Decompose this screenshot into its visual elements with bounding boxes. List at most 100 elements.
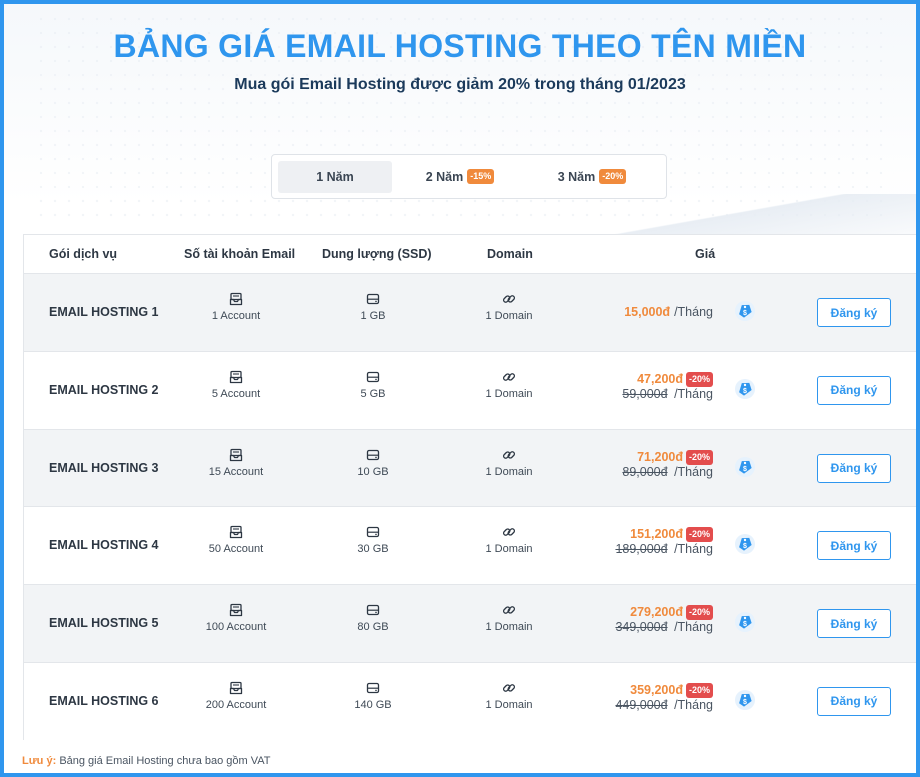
accounts-value: 15 Account bbox=[208, 465, 264, 478]
price-period: /Tháng bbox=[674, 697, 713, 712]
storage-cell: 1 GB bbox=[313, 292, 433, 322]
table-row: EMAIL HOSTING 2 5 Account 5 GB 1 Domain bbox=[24, 351, 916, 430]
plan-name: EMAIL HOSTING 5 bbox=[49, 616, 159, 631]
hard-drive-icon bbox=[366, 371, 380, 382]
current-price-line: 359,200đ -20% bbox=[615, 682, 713, 698]
old-price: 349,000đ bbox=[615, 620, 668, 635]
current-price: 151,200đ bbox=[630, 527, 683, 542]
current-price: 15,000đ bbox=[624, 305, 671, 319]
price-period: /Tháng bbox=[674, 542, 713, 557]
mail-inbox-icon bbox=[229, 370, 243, 383]
hard-drive-icon bbox=[366, 527, 380, 538]
register-button[interactable]: Đăng ký bbox=[817, 686, 891, 716]
storage-cell: 140 GB bbox=[313, 681, 433, 711]
page-title: BẢNG GIÁ EMAIL HOSTING THEO TÊN MIỀN bbox=[113, 28, 807, 64]
domain-cell: 1 Domain bbox=[449, 292, 569, 322]
current-price-line: 15,000đ/Tháng bbox=[624, 305, 713, 319]
old-price-line: 189,000đ /Tháng bbox=[615, 542, 713, 556]
register-button[interactable]: Đăng ký bbox=[817, 375, 891, 405]
table-row: EMAIL HOSTING 6 200 Account 140 GB 1 Dom… bbox=[24, 662, 916, 741]
current-price-line: 47,200đ -20% bbox=[622, 371, 713, 387]
page-frame: BẢNG GIÁ EMAIL HOSTING THEO TÊN MIỀN Mua… bbox=[0, 0, 920, 777]
storage-cell: 5 GB bbox=[313, 370, 433, 400]
price-tag-icon: $ bbox=[735, 301, 755, 321]
link-icon bbox=[502, 606, 516, 615]
table-row: EMAIL HOSTING 5 100 Account 80 GB 1 Doma… bbox=[24, 585, 916, 663]
accounts-value: 1 Account bbox=[211, 310, 261, 322]
table-row: EMAIL HOSTING 4 50 Account 30 GB 1 Domai… bbox=[24, 507, 916, 586]
link-icon bbox=[502, 450, 516, 459]
accounts-cell: 15 Account bbox=[176, 448, 296, 478]
domain-value: 1 Domain bbox=[485, 543, 533, 556]
plan-name: EMAIL HOSTING 6 bbox=[49, 693, 159, 708]
tab-label: 3 Năm bbox=[557, 169, 596, 184]
plan-name: EMAIL HOSTING 4 bbox=[49, 538, 159, 553]
table-row: EMAIL HOSTING 1 1 Account 1 GB 1 Domain bbox=[24, 274, 916, 352]
footnote: Lưu ý: Bảng giá Email Hosting chưa bao g… bbox=[22, 755, 271, 767]
accounts-value: 100 Account bbox=[205, 621, 267, 634]
storage-value: 1 GB bbox=[360, 310, 386, 322]
discount-badge: -15% bbox=[467, 169, 495, 184]
mail-inbox-icon bbox=[229, 292, 243, 306]
register-button[interactable]: Đăng ký bbox=[817, 298, 891, 327]
old-price: 189,000đ bbox=[615, 542, 668, 557]
price-tag-icon: $ bbox=[735, 456, 755, 477]
accounts-value: 50 Account bbox=[208, 543, 264, 556]
page-subtitle: Mua gói Email Hosting được giảm 20% tron… bbox=[234, 76, 686, 93]
accounts-value: 5 Account bbox=[211, 387, 261, 400]
mail-inbox-icon bbox=[229, 604, 243, 617]
tab-3-years[interactable]: 3 Năm -20% bbox=[528, 161, 656, 193]
current-price-line: 71,200đ -20% bbox=[622, 449, 713, 465]
svg-text:$: $ bbox=[743, 699, 747, 706]
domain-value: 1 Domain bbox=[485, 387, 533, 400]
price-cell: 359,200đ -20% 449,000đ /Tháng bbox=[615, 682, 713, 712]
old-price: 59,000đ bbox=[622, 386, 668, 401]
footnote-text: Bảng giá Email Hosting chưa bao gồm VAT bbox=[59, 755, 271, 767]
storage-value: 10 GB bbox=[357, 465, 389, 478]
svg-text:$: $ bbox=[743, 621, 747, 628]
storage-cell: 10 GB bbox=[313, 448, 433, 478]
register-button[interactable]: Đăng ký bbox=[817, 453, 891, 483]
price-tag-icon: $ bbox=[735, 534, 755, 555]
svg-text:$: $ bbox=[743, 388, 747, 395]
register-button[interactable]: Đăng ký bbox=[817, 531, 891, 561]
plan-name: EMAIL HOSTING 3 bbox=[49, 460, 159, 475]
price-tag-icon: $ bbox=[735, 612, 755, 633]
current-price: 279,200đ bbox=[630, 605, 683, 620]
domain-value: 1 Domain bbox=[485, 698, 533, 711]
header-service: Gói dịch vụ bbox=[49, 247, 118, 261]
accounts-value: 200 Account bbox=[205, 698, 267, 711]
price-cell: 279,200đ -20% 349,000đ /Tháng bbox=[615, 605, 713, 634]
tab-2-years[interactable]: 2 Năm -15% bbox=[392, 161, 528, 193]
accounts-cell: 100 Account bbox=[176, 603, 296, 633]
domain-cell: 1 Domain bbox=[449, 370, 569, 400]
link-icon bbox=[502, 528, 516, 537]
mail-inbox-icon bbox=[229, 526, 243, 539]
plan-name: EMAIL HOSTING 1 bbox=[49, 305, 159, 319]
old-price-line: 449,000đ /Tháng bbox=[615, 698, 713, 712]
price-cell: 71,200đ -20% 89,000đ /Tháng bbox=[622, 449, 713, 479]
domain-value: 1 Domain bbox=[485, 465, 533, 478]
price-tag-icon: $ bbox=[735, 378, 755, 399]
domain-value: 1 Domain bbox=[485, 621, 533, 634]
price-cell: 151,200đ -20% 189,000đ /Tháng bbox=[615, 527, 713, 556]
old-price-line: 349,000đ /Tháng bbox=[615, 620, 713, 634]
price-cell: 15,000đ/Tháng bbox=[624, 305, 713, 319]
domain-cell: 1 Domain bbox=[449, 603, 569, 633]
discount-badge: -20% bbox=[685, 527, 713, 543]
price-cell: 47,200đ -20% 59,000đ /Tháng bbox=[622, 371, 713, 401]
old-price: 89,000đ bbox=[622, 464, 668, 479]
storage-value: 140 GB bbox=[354, 698, 392, 711]
storage-value: 80 GB bbox=[357, 621, 389, 634]
current-price: 71,200đ bbox=[637, 449, 683, 464]
tab-1-year[interactable]: 1 Năm bbox=[278, 160, 392, 193]
header-price: Giá bbox=[695, 247, 716, 261]
current-price: 359,200đ bbox=[630, 682, 683, 697]
header-domain: Domain bbox=[487, 247, 533, 261]
footnote-label: Lưu ý: bbox=[22, 755, 57, 767]
register-button[interactable]: Đăng ký bbox=[817, 609, 891, 639]
old-price: 449,000đ bbox=[615, 697, 668, 712]
table-body: EMAIL HOSTING 1 1 Account 1 GB 1 Domain bbox=[24, 274, 916, 741]
accounts-cell: 50 Account bbox=[176, 525, 296, 555]
current-price: 47,200đ bbox=[637, 371, 683, 386]
